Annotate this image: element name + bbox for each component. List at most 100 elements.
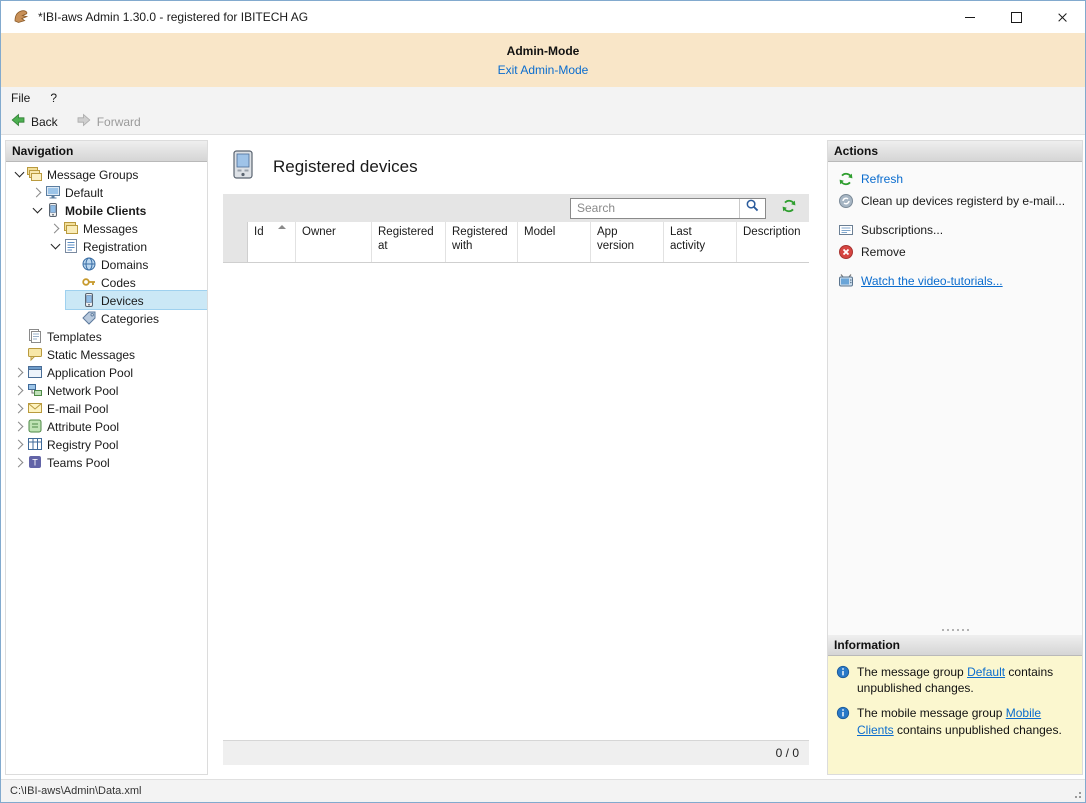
info-text: The mobile message group Mobile Clients … (857, 705, 1076, 737)
minimize-icon (965, 17, 975, 18)
column-label: App version (597, 226, 634, 252)
chevron-right-icon[interactable] (12, 381, 26, 399)
tree-item-label: Static Messages (43, 347, 139, 362)
column-label: Id (254, 226, 264, 238)
chevron-down-icon[interactable] (30, 201, 44, 219)
tree-item-registration[interactable]: Registration (6, 237, 207, 255)
column-header-app-version[interactable]: App version (591, 222, 664, 262)
tv-icon (838, 273, 854, 289)
nav-toolbar: Back Forward (1, 109, 1085, 135)
column-label: Owner (302, 226, 336, 238)
tree-item-message-groups[interactable]: Message Groups (6, 165, 207, 183)
tree-item-devices[interactable]: Devices (6, 291, 207, 309)
info-item-default-group: The message group Default contains unpub… (836, 664, 1076, 696)
search-icon (745, 198, 760, 218)
column-label: Description (743, 226, 801, 238)
tree-item-teams-pool[interactable]: T Teams Pool (6, 453, 207, 471)
column-header-owner[interactable]: Owner (296, 222, 372, 262)
column-header-description[interactable]: Description (737, 222, 809, 262)
menu-help[interactable]: ? (40, 87, 67, 109)
chevron-right-icon[interactable] (48, 219, 62, 237)
action-label: Clean up devices registerd by e-mail... (861, 194, 1065, 208)
tree-item-label: Attribute Pool (43, 419, 123, 434)
window-title: *IBI-aws Admin 1.30.0 - registered for I… (38, 10, 308, 24)
minimize-button[interactable] (947, 1, 993, 33)
exit-admin-mode-link[interactable]: Exit Admin-Mode (498, 63, 589, 77)
tree-item-registry-pool[interactable]: Registry Pool (6, 435, 207, 453)
tree-item-network-pool[interactable]: Network Pool (6, 381, 207, 399)
info-text: The message group Default contains unpub… (857, 664, 1076, 696)
action-subscriptions[interactable]: Subscriptions... (828, 220, 1082, 240)
tree-item-mobile-clients[interactable]: Mobile Clients (6, 201, 207, 219)
column-label: Model (524, 226, 555, 238)
tree-item-label: Default (61, 185, 107, 200)
tree-item-domains[interactable]: Domains (6, 255, 207, 273)
chevron-right-icon[interactable] (30, 183, 44, 201)
tree-item-messages[interactable]: Messages (6, 219, 207, 237)
chevron-right-icon[interactable] (12, 453, 26, 471)
back-button[interactable]: Back (1, 110, 67, 134)
tree-item-email-pool[interactable]: E-mail Pool (6, 399, 207, 417)
domains-icon (81, 256, 97, 272)
column-header-id[interactable]: Id (248, 222, 296, 262)
tree-item-categories[interactable]: Categories (6, 309, 207, 327)
chevron-down-icon[interactable] (48, 237, 62, 255)
action-label: Watch the video-tutorials... (861, 274, 1003, 288)
close-button[interactable] (1039, 1, 1085, 33)
tree-item-attribute-pool[interactable]: Attribute Pool (6, 417, 207, 435)
info-item-mobile-clients: The mobile message group Mobile Clients … (836, 705, 1076, 737)
tree-item-application-pool[interactable]: Application Pool (6, 363, 207, 381)
row-counter: 0 / 0 (776, 746, 799, 760)
refresh-icon (781, 198, 797, 219)
action-label: Refresh (861, 172, 903, 186)
info-text-suffix: contains unpublished changes. (894, 723, 1062, 737)
maximize-button[interactable] (993, 1, 1039, 33)
tree-item-default[interactable]: Default (6, 183, 207, 201)
sort-ascending-icon (278, 225, 286, 229)
menu-file[interactable]: File (1, 87, 40, 109)
action-label: Remove (861, 245, 906, 259)
chevron-right-icon[interactable] (12, 363, 26, 381)
back-icon (10, 112, 26, 131)
panel-splitter-handle[interactable] (828, 625, 1082, 635)
tree-item-static-messages[interactable]: Static Messages (6, 345, 207, 363)
messages-icon (63, 220, 79, 236)
chevron-right-icon[interactable] (12, 399, 26, 417)
svg-text:T: T (32, 458, 38, 468)
tree-item-label: Devices (97, 293, 148, 308)
forward-button[interactable]: Forward (67, 110, 150, 134)
main-title-row: Registered devices (223, 140, 809, 194)
column-header-registered-at[interactable]: Registered at (372, 222, 446, 262)
subscriptions-icon (838, 222, 854, 238)
chevron-right-icon[interactable] (12, 435, 26, 453)
action-remove[interactable]: Remove (828, 242, 1082, 262)
chevron-down-icon[interactable] (12, 165, 26, 183)
search-input[interactable] (571, 199, 739, 218)
action-label: Subscriptions... (861, 223, 943, 237)
page-title: Registered devices (273, 157, 418, 177)
tree-item-label: Mobile Clients (61, 203, 150, 218)
action-cleanup-devices[interactable]: Clean up devices registerd by e-mail... (828, 191, 1082, 211)
action-watch-tutorials[interactable]: Watch the video-tutorials... (828, 271, 1082, 291)
column-header-registered-with[interactable]: Registered with (446, 222, 518, 262)
refresh-table-button[interactable] (779, 198, 799, 218)
info-text-prefix: The message group (857, 665, 967, 679)
cleanup-icon (838, 193, 854, 209)
resize-grip[interactable] (1071, 788, 1081, 798)
refresh-icon (838, 171, 854, 187)
column-header-model[interactable]: Model (518, 222, 591, 262)
registration-icon (63, 238, 79, 254)
chevron-placeholder (66, 255, 80, 273)
column-header-last-activity[interactable]: Last activity (664, 222, 737, 262)
templates-icon (27, 328, 43, 344)
tree-item-codes[interactable]: Codes (6, 273, 207, 291)
column-label: Last activity (670, 226, 705, 252)
chevron-right-icon[interactable] (12, 417, 26, 435)
column-label: Registered with (452, 226, 508, 252)
tree-item-label: Codes (97, 275, 140, 290)
tree-item-templates[interactable]: Templates (6, 327, 207, 345)
action-refresh[interactable]: Refresh (828, 169, 1082, 189)
search-button[interactable] (739, 199, 765, 218)
navigation-panel: Navigation Message Groups Default (5, 140, 208, 775)
info-link-default[interactable]: Default (967, 665, 1005, 679)
